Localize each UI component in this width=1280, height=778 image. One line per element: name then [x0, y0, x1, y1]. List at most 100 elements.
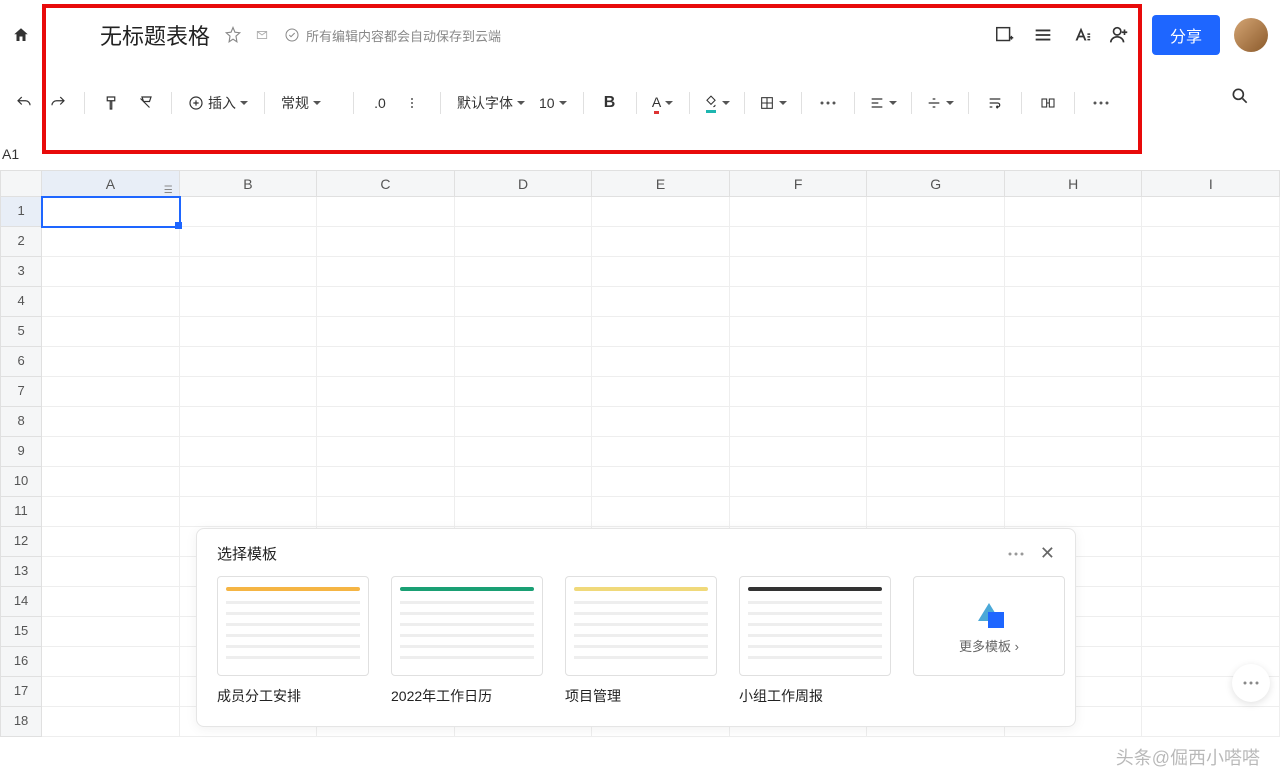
column-header[interactable]: H — [1005, 170, 1143, 197]
cell[interactable] — [42, 437, 180, 467]
cell[interactable] — [455, 317, 593, 347]
cell[interactable] — [42, 467, 180, 497]
column-header[interactable]: I — [1142, 170, 1280, 197]
row-header[interactable]: 4 — [0, 287, 42, 317]
cell[interactable] — [42, 227, 180, 257]
cell[interactable] — [180, 287, 318, 317]
cell[interactable] — [1005, 257, 1143, 287]
decimal-button[interactable]: .0 — [364, 85, 396, 121]
cell[interactable] — [867, 257, 1005, 287]
cell[interactable] — [455, 347, 593, 377]
cell[interactable] — [1142, 587, 1280, 617]
cell[interactable] — [592, 347, 730, 377]
star-icon[interactable] — [224, 26, 242, 44]
cell[interactable] — [1005, 287, 1143, 317]
row-header[interactable]: 10 — [0, 467, 42, 497]
cell[interactable] — [455, 437, 593, 467]
cell[interactable] — [730, 377, 868, 407]
cell[interactable] — [1142, 707, 1280, 737]
cell[interactable] — [730, 227, 868, 257]
cell[interactable] — [1142, 467, 1280, 497]
cell[interactable] — [455, 197, 593, 227]
cell[interactable] — [317, 287, 455, 317]
cell[interactable] — [42, 317, 180, 347]
font-menu[interactable]: 默认字体 — [451, 85, 531, 121]
cell[interactable] — [1005, 437, 1143, 467]
cell[interactable] — [730, 497, 868, 527]
cell[interactable] — [1142, 227, 1280, 257]
column-header[interactable]: E — [592, 170, 730, 197]
template-card[interactable]: 项目管理 — [565, 576, 717, 706]
cell[interactable] — [1142, 527, 1280, 557]
row-header[interactable]: 2 — [0, 227, 42, 257]
cell[interactable] — [180, 467, 318, 497]
cell[interactable] — [42, 587, 180, 617]
align-horizontal-button[interactable] — [865, 85, 901, 121]
row-header[interactable]: 8 — [0, 407, 42, 437]
column-header[interactable]: D — [455, 170, 593, 197]
add-panel-icon[interactable] — [986, 16, 1024, 54]
row-header[interactable]: 1 — [0, 197, 42, 227]
cell[interactable] — [42, 647, 180, 677]
cell[interactable] — [1142, 437, 1280, 467]
cell[interactable] — [592, 257, 730, 287]
cell[interactable] — [867, 347, 1005, 377]
cell[interactable] — [180, 317, 318, 347]
row-header[interactable]: 9 — [0, 437, 42, 467]
cell[interactable] — [180, 257, 318, 287]
cell[interactable] — [317, 257, 455, 287]
cell[interactable] — [1005, 467, 1143, 497]
cell[interactable] — [42, 257, 180, 287]
row-header[interactable]: 5 — [0, 317, 42, 347]
add-people-icon[interactable] — [1100, 16, 1138, 54]
column-header[interactable]: A☰ — [42, 170, 180, 197]
cell[interactable] — [42, 617, 180, 647]
cell[interactable] — [1142, 407, 1280, 437]
cell[interactable] — [317, 197, 455, 227]
cell[interactable] — [1005, 197, 1143, 227]
text-color-button[interactable]: A — [647, 85, 679, 121]
avatar[interactable] — [1234, 18, 1268, 52]
column-header[interactable]: B — [180, 170, 318, 197]
merge-cells-button[interactable] — [1032, 85, 1064, 121]
share-button[interactable]: 分享 — [1152, 15, 1220, 55]
cell[interactable] — [1142, 257, 1280, 287]
template-panel-more[interactable] — [1008, 552, 1024, 556]
column-header[interactable]: C — [317, 170, 455, 197]
cell[interactable] — [455, 287, 593, 317]
align-vertical-button[interactable] — [922, 85, 958, 121]
template-card[interactable]: 2022年工作日历 — [391, 576, 543, 706]
cell[interactable] — [730, 257, 868, 287]
number-format-menu[interactable]: 常规 — [275, 85, 327, 121]
clear-format-button[interactable] — [129, 85, 161, 121]
cell[interactable] — [317, 347, 455, 377]
cell[interactable] — [867, 467, 1005, 497]
collapse-icon[interactable] — [254, 28, 270, 42]
cell[interactable] — [42, 197, 180, 227]
menu-icon[interactable] — [1024, 16, 1062, 54]
cell[interactable] — [592, 377, 730, 407]
cell[interactable] — [455, 377, 593, 407]
cell[interactable] — [1142, 557, 1280, 587]
cell[interactable] — [592, 497, 730, 527]
more-dots-1[interactable] — [812, 85, 844, 121]
row-header[interactable]: 7 — [0, 377, 42, 407]
cell[interactable] — [42, 287, 180, 317]
cell[interactable] — [180, 407, 318, 437]
cell[interactable] — [42, 677, 180, 707]
document-title[interactable]: 无标题表格 — [100, 19, 210, 51]
row-header[interactable]: 16 — [0, 647, 42, 677]
row-header[interactable]: 11 — [0, 497, 42, 527]
cell[interactable] — [455, 227, 593, 257]
cell[interactable] — [730, 437, 868, 467]
cell[interactable] — [317, 227, 455, 257]
template-card[interactable]: 小组工作周报 — [739, 576, 891, 706]
search-icon[interactable] — [1230, 86, 1250, 106]
cell[interactable] — [592, 287, 730, 317]
more-templates-card[interactable]: 更多模板 › — [913, 576, 1065, 706]
insert-menu[interactable]: 插入 — [182, 85, 254, 121]
help-fab[interactable] — [1232, 664, 1270, 702]
cell[interactable] — [317, 467, 455, 497]
row-header[interactable]: 15 — [0, 617, 42, 647]
column-header[interactable]: G — [867, 170, 1005, 197]
